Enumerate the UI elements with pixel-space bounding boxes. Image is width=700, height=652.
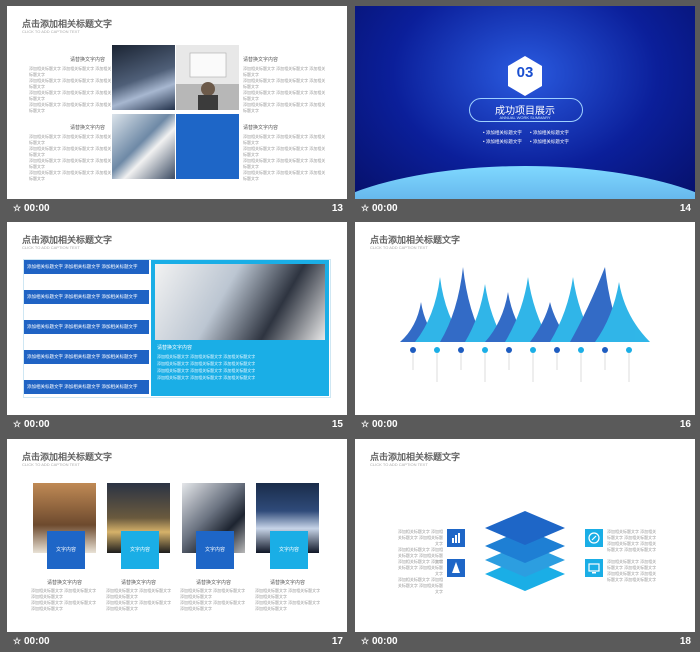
- office-photo: [176, 45, 239, 110]
- slide-16-thumbnail[interactable]: 点击添加相关标题文字 CLICK TO ADD CAPTION TEXT ☆ 0…: [355, 222, 695, 435]
- panel-heading: 请替换文字内容: [157, 345, 193, 351]
- slide-canvas: 点击添加相关标题文字 CLICK TO ADD CAPTION TEXT 文字内…: [7, 439, 347, 632]
- star-icon[interactable]: ☆: [13, 419, 21, 430]
- text-heading: 请替换文字内容: [243, 125, 279, 131]
- slide-canvas: 点击添加相关标题文字 CLICK TO ADD CAPTION TEXT 请替换…: [7, 6, 347, 199]
- slide-time: 00:00: [24, 203, 50, 214]
- slide-canvas: 03 成功项目展示 ANNUAL WORK SUMMARY • 添加相关标题文字…: [355, 6, 695, 199]
- caption-box: 文字内容: [270, 531, 308, 569]
- text-heading: 请替换文字内容: [196, 580, 232, 586]
- star-icon[interactable]: ☆: [361, 203, 369, 214]
- handshake-photo: [155, 264, 325, 340]
- slide-number: 16: [679, 419, 691, 430]
- text-block: 添加相关标题文字 添加相关标题文字 添加相关标题文字 添加相关标题文字 添加相关标…: [397, 559, 443, 594]
- list-bar: 添加相关标题文字 添加相关标题文字 添加相关标题文字: [24, 320, 149, 334]
- text-block: 添加相关标题文字 添加相关标题文字 添加相关标题文字 添加相关标题文字 添加相关标…: [29, 66, 112, 113]
- slide-footer: ☆ 00:00 13: [7, 199, 347, 219]
- slide-13-thumbnail[interactable]: 点击添加相关标题文字 CLICK TO ADD CAPTION TEXT 请替换…: [7, 6, 347, 219]
- star-icon[interactable]: ☆: [13, 636, 21, 647]
- slide-time: 00:00: [24, 419, 50, 430]
- slide-canvas: 点击添加相关标题文字 CLICK TO ADD CAPTION TEXT 添加相…: [7, 222, 347, 415]
- slide-subtitle: CLICK TO ADD CAPTION TEXT: [22, 245, 80, 250]
- slide-time: 00:00: [372, 419, 398, 430]
- left-list: 添加相关标题文字 添加相关标题文字 添加相关标题文字 添加相关标题文字 添加相关…: [24, 260, 149, 394]
- list-bar: 添加相关标题文字 添加相关标题文字 添加相关标题文字: [24, 380, 149, 394]
- star-icon[interactable]: ☆: [13, 203, 21, 214]
- compass-icon: [585, 529, 603, 547]
- cone-icon: [447, 559, 465, 577]
- slide-footer: ☆ 00:00 16: [355, 415, 695, 435]
- slide-subtitle: CLICK TO ADD CAPTION TEXT: [22, 29, 80, 34]
- text-block: 添加相关标题文字 添加相关标题文字 添加相关标题文字 添加相关标题文字 添加相关标…: [243, 134, 326, 181]
- slide-time: 00:00: [24, 636, 50, 647]
- caption-box: 文字内容: [47, 531, 85, 569]
- bullet-list-right: • 添加相关标题文字 • 添加相关标题文字: [530, 130, 569, 144]
- star-icon[interactable]: ☆: [361, 636, 369, 647]
- text-block: 添加相关标题文字 添加相关标题文字 添加相关标题文字 添加相关标题文字 添加相关标…: [607, 559, 657, 582]
- text-block: 添加相关标题文字 添加相关标题文字 添加相关标题文字 添加相关标题文字 添加相关标…: [31, 588, 97, 611]
- text-heading: 请替换文字内容: [270, 580, 306, 586]
- list-bar: 添加相关标题文字 添加相关标题文字 添加相关标题文字: [24, 260, 149, 274]
- slide-14-thumbnail[interactable]: 03 成功项目展示 ANNUAL WORK SUMMARY • 添加相关标题文字…: [355, 6, 695, 219]
- caption-box: 文字内容: [196, 531, 234, 569]
- caption-box: 文字内容: [121, 531, 159, 569]
- text-block: 添加相关标题文字 添加相关标题文字 添加相关标题文字 添加相关标题文字 添加相关标…: [29, 134, 112, 181]
- slide-subtitle: CLICK TO ADD CAPTION TEXT: [22, 462, 80, 467]
- slide-footer: ☆ 00:00 14: [355, 199, 695, 219]
- slide-time: 00:00: [372, 203, 398, 214]
- slide-15-thumbnail[interactable]: 点击添加相关标题文字 CLICK TO ADD CAPTION TEXT 添加相…: [7, 222, 347, 435]
- slide-number: 18: [679, 636, 691, 647]
- bullet-list-left: • 添加相关标题文字 • 添加相关标题文字: [483, 130, 522, 144]
- slide-footer: ☆ 00:00 15: [7, 415, 347, 435]
- slide-canvas: 点击添加相关标题文字 CLICK TO ADD CAPTION TEXT: [355, 222, 695, 415]
- highlight-panel: 请替换文字内容 添加相关标题文字 添加相关标题文字 添加相关标题文字 添加相关标题…: [151, 260, 329, 396]
- meeting-photo: [112, 114, 175, 179]
- list-bar: 添加相关标题文字 添加相关标题文字 添加相关标题文字: [24, 290, 149, 304]
- text-heading: 请替换文字内容: [70, 125, 106, 131]
- peaks-graphic: [400, 267, 650, 382]
- monitor-icon: [585, 559, 603, 577]
- slide-17-thumbnail[interactable]: 点击添加相关标题文字 CLICK TO ADD CAPTION TEXT 文字内…: [7, 439, 347, 652]
- section-subtitle: ANNUAL WORK SUMMARY: [499, 115, 551, 120]
- slide-footer: ☆ 00:00 17: [7, 632, 347, 652]
- chart-icon: [447, 529, 465, 547]
- text-heading: 请替换文字内容: [47, 580, 83, 586]
- blue-block: [176, 114, 239, 179]
- text-block: 添加相关标题文字 添加相关标题文字 添加相关标题文字 添加相关标题文字 添加相关标…: [106, 588, 172, 611]
- slide-number: 14: [679, 203, 691, 214]
- text-heading: 请替换文字内容: [243, 57, 279, 63]
- text-block: 添加相关标题文字 添加相关标题文字 添加相关标题文字 添加相关标题文字 添加相关标…: [255, 588, 321, 611]
- slide-number: 13: [331, 203, 343, 214]
- slide-18-thumbnail[interactable]: 点击添加相关标题文字 CLICK TO ADD CAPTION TEXT 添加相…: [355, 439, 695, 652]
- city-photo: [112, 45, 175, 110]
- text-heading: 请替换文字内容: [70, 57, 106, 63]
- panel-text: 添加相关标题文字 添加相关标题文字 添加相关标题文字 添加相关标题文字 添加相关标…: [157, 354, 256, 380]
- text-block: 添加相关标题文字 添加相关标题文字 添加相关标题文字 添加相关标题文字 添加相关标…: [243, 66, 326, 113]
- slide-canvas: 点击添加相关标题文字 CLICK TO ADD CAPTION TEXT 添加相…: [355, 439, 695, 632]
- slide-time: 00:00: [372, 636, 398, 647]
- star-icon[interactable]: ☆: [361, 419, 369, 430]
- list-bar: 添加相关标题文字 添加相关标题文字 添加相关标题文字: [24, 350, 149, 364]
- text-block: 添加相关标题文字 添加相关标题文字 添加相关标题文字 添加相关标题文字 添加相关标…: [607, 529, 657, 552]
- slide-number: 15: [331, 419, 343, 430]
- slide-footer: ☆ 00:00 18: [355, 632, 695, 652]
- section-number: 03: [516, 64, 534, 81]
- text-heading: 请替换文字内容: [121, 580, 157, 586]
- text-block: 添加相关标题文字 添加相关标题文字 添加相关标题文字 添加相关标题文字 添加相关标…: [180, 588, 246, 611]
- slide-number: 17: [331, 636, 343, 647]
